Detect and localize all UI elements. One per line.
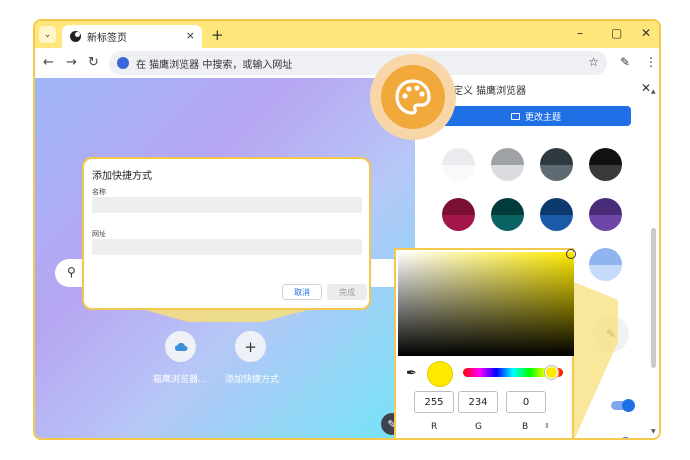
cancel-button[interactable]: 取消 [282, 284, 322, 300]
search-icon: ⚲ [67, 265, 76, 279]
url-input[interactable] [92, 239, 362, 255]
back-button[interactable]: ← [43, 55, 54, 70]
palette-icon [395, 79, 431, 115]
scroll-up-icon[interactable]: ▲ [651, 88, 656, 95]
eyedropper-icon[interactable]: ✒ [406, 366, 417, 381]
scrollbar-thumb[interactable] [651, 228, 656, 368]
name-input[interactable] [92, 197, 362, 213]
change-theme-button[interactable]: 更改主题 [441, 106, 631, 126]
current-color-swatch [427, 361, 453, 387]
tab-search-button[interactable]: ⌄ [39, 26, 56, 43]
theme-color-swatch[interactable] [442, 148, 475, 181]
theme-color-swatch[interactable] [540, 198, 573, 231]
palette-badge [370, 54, 456, 140]
url-label: 网址 [92, 230, 106, 238]
tab-bar: ⌄ 新标签页 × + – ▢ ✕ [35, 21, 659, 48]
shortcut-label: 添加快捷方式 [225, 375, 280, 385]
reload-button[interactable]: ↻ [88, 55, 99, 70]
blue-value-input[interactable]: 0 [506, 391, 546, 413]
green-label: G [475, 422, 482, 432]
blue-label: B [522, 422, 529, 432]
theme-color-swatch[interactable] [491, 198, 524, 231]
address-bar[interactable]: 在 猫鹰浏览器 中搜索，或输入网址 ☆ [109, 51, 607, 75]
green-value-input[interactable]: 234 [458, 391, 498, 413]
theme-color-swatch[interactable] [442, 198, 475, 231]
side-panel-close-icon[interactable]: ✕ [641, 81, 651, 95]
image-icon [510, 112, 520, 120]
hue-slider[interactable] [463, 366, 563, 379]
color-picker-popup: ✒ 255 234 0 R G B ⇕ [394, 248, 576, 440]
red-value-input[interactable]: 255 [414, 391, 454, 413]
pencil-icon: ✎ [605, 327, 617, 341]
toggle-switch[interactable] [611, 399, 635, 412]
close-window-button[interactable]: ✕ [641, 26, 651, 40]
menu-icon[interactable]: ⋮ [645, 55, 657, 69]
dialog-title: 添加快捷方式 [92, 171, 152, 182]
toolbar: ← → ↻ 在 猫鹰浏览器 中搜索，或输入网址 ☆ ✎ ⋮ [35, 48, 659, 78]
tab-new-tab[interactable]: 新标签页 × [62, 25, 202, 48]
theme-color-swatch[interactable] [589, 248, 622, 281]
saturation-value-area[interactable] [398, 249, 576, 356]
new-tab-button[interactable]: + [211, 26, 224, 44]
theme-color-swatch[interactable] [540, 148, 573, 181]
forward-button[interactable]: → [66, 55, 77, 70]
chevron-down-icon: ⌄ [43, 29, 52, 40]
change-theme-label: 更改主题 [524, 112, 561, 123]
tab-close-icon[interactable]: × [186, 29, 195, 42]
side-panel-title: 定义 猫鹰浏览器 [453, 86, 527, 97]
radio-button[interactable] [620, 437, 631, 438]
theme-color-swatch[interactable] [491, 148, 524, 181]
tab-title: 新标签页 [87, 33, 127, 44]
name-label: 名称 [92, 188, 106, 196]
theme-color-swatch[interactable] [589, 148, 622, 181]
bookmark-star-icon[interactable]: ☆ [588, 55, 599, 69]
add-shortcut-tile[interactable]: + [235, 331, 266, 362]
minimize-button[interactable]: – [577, 26, 583, 40]
cloud-icon [174, 342, 187, 351]
done-button[interactable]: 完成 [327, 284, 367, 300]
address-bar-placeholder: 在 猫鹰浏览器 中搜索，或输入网址 [136, 59, 293, 71]
theme-color-swatch[interactable] [589, 198, 622, 231]
format-toggle-icon[interactable]: ⇕ [544, 422, 550, 430]
customize-pencil-icon[interactable]: ✎ [620, 55, 630, 69]
red-label: R [431, 422, 438, 432]
add-shortcut-dialog: 添加快捷方式 名称 网址 取消 完成 [82, 157, 371, 310]
browser-logo-icon [117, 57, 129, 69]
scroll-down-icon[interactable]: ▼ [651, 428, 656, 435]
browser-favicon-icon [70, 31, 81, 42]
custom-color-button[interactable]: ✎ [593, 316, 629, 352]
maximize-button[interactable]: ▢ [611, 26, 622, 40]
saturation-handle[interactable] [566, 249, 576, 259]
hue-slider-handle[interactable] [545, 366, 558, 379]
shortcut-label: 猫鹰浏览器... [153, 375, 207, 385]
shortcut-tile-browser[interactable] [165, 331, 196, 362]
plus-icon: + [244, 337, 257, 356]
